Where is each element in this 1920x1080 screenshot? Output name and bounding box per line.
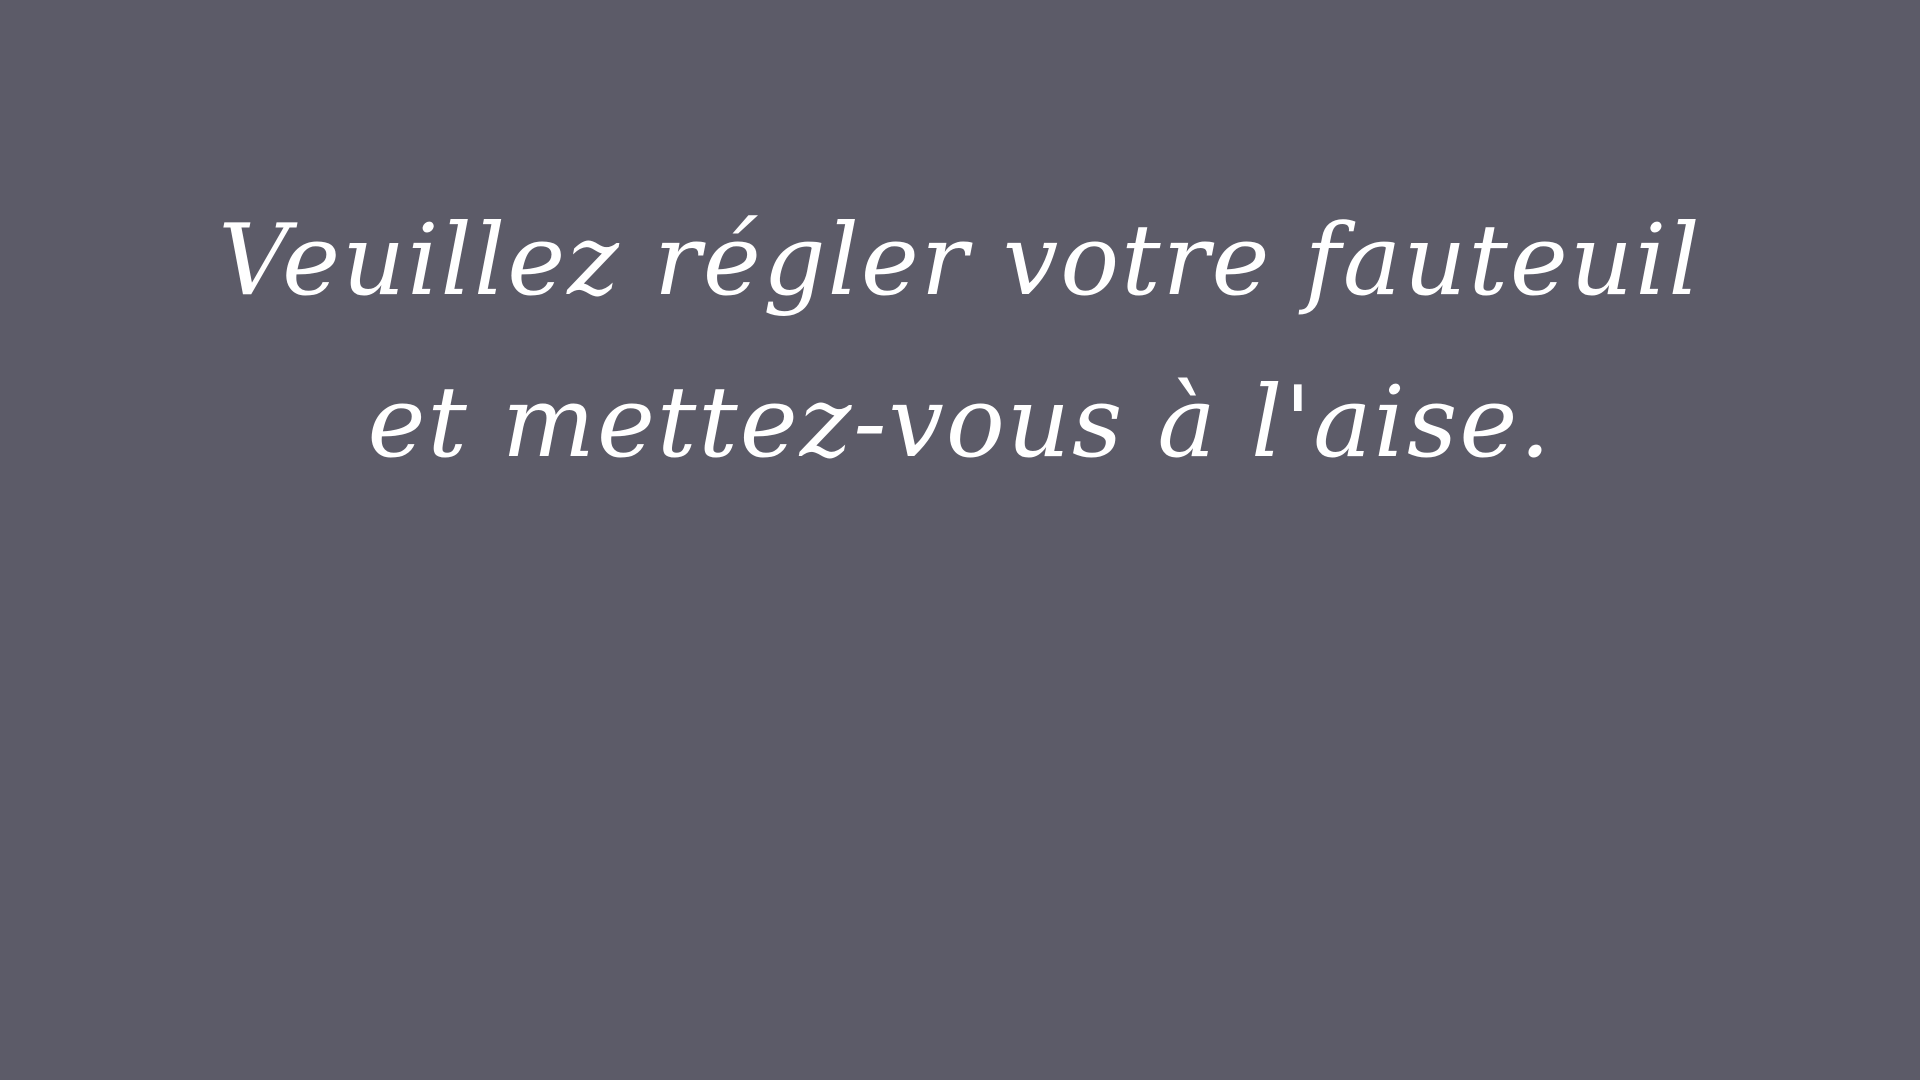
message-line-1: Veuillez régler votre fauteuil — [218, 204, 1702, 318]
slide-canvas: Veuillez régler votre fauteuil et mettez… — [0, 0, 1920, 1080]
instruction-message: Veuillez régler votre fauteuil et mettez… — [160, 180, 1760, 504]
message-line-2: et mettez-vous à l'aise. — [367, 366, 1553, 480]
